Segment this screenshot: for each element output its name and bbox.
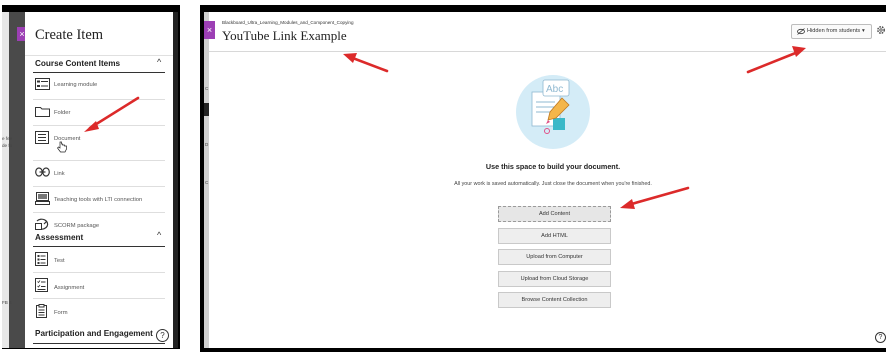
help-icon[interactable]: ?	[875, 332, 886, 343]
list-item-lti-tools[interactable]: Teaching tools with LTI connection	[25, 187, 173, 212]
link-icon	[35, 167, 50, 177]
section-heading-assessment[interactable]: Assessment	[35, 233, 83, 242]
background-text-fragment: C	[205, 180, 209, 185]
annotation-arrow	[343, 53, 389, 73]
background-text-fragment: e fee	[2, 136, 13, 141]
section-heading-participation[interactable]: Participation and Engagement	[35, 329, 153, 338]
background-avatar	[204, 103, 209, 116]
add-content-button[interactable]: Add Content	[498, 206, 611, 222]
assignment-icon	[35, 278, 48, 292]
background-text-fragment: D	[205, 142, 209, 147]
item-label: Form	[54, 310, 68, 316]
visibility-dropdown[interactable]: Hidden from students ▾	[791, 24, 872, 39]
eye-slash-icon	[797, 28, 805, 35]
item-label: Test	[54, 258, 65, 264]
browse-content-collection-button[interactable]: Browse Content Collection	[498, 292, 611, 308]
item-label: Teaching tools with LTI connection	[54, 197, 143, 203]
annotation-arrow	[620, 186, 690, 209]
form-icon	[36, 304, 47, 318]
empty-state-heading: Use this space to build your document.	[485, 162, 621, 171]
upload-from-computer-button[interactable]: Upload from Computer	[498, 249, 611, 265]
annotation-arrow	[746, 46, 806, 74]
document-edit-illustration: Abc	[516, 75, 590, 149]
list-item-test[interactable]: Test	[25, 247, 173, 272]
breadcrumb[interactable]: Blackboard_Ultra_Learning_Modules_and_Co…	[222, 20, 354, 25]
folder-icon	[35, 107, 50, 117]
background-page-strip	[2, 12, 9, 348]
learning-module-icon	[35, 78, 50, 90]
visibility-label: Hidden from students	[807, 28, 861, 34]
hand-cursor-icon	[57, 141, 67, 153]
annotation-arrow	[84, 96, 140, 132]
upload-from-cloud-storage-button[interactable]: Upload from Cloud Storage	[498, 271, 611, 287]
background-text-fragment: C	[205, 86, 209, 91]
add-html-button[interactable]: Add HTML	[498, 228, 611, 244]
background-overlay	[9, 12, 25, 348]
divider	[25, 55, 173, 56]
section-divider	[33, 343, 165, 344]
chevron-down-icon: ▾	[862, 28, 865, 34]
help-icon[interactable]: ?	[156, 329, 169, 342]
scrollbar[interactable]	[173, 12, 178, 348]
page-title[interactable]: YouTube Link Example	[222, 28, 347, 44]
item-label: Assignment	[54, 285, 85, 291]
list-item-link[interactable]: Link	[25, 161, 173, 185]
scorm-package-icon	[35, 218, 49, 230]
create-item-panel: Create Item Course Content Items ^ Learn…	[25, 12, 173, 348]
gear-icon[interactable]	[876, 25, 886, 35]
document-icon	[35, 131, 49, 144]
list-item-form[interactable]: Form	[25, 299, 173, 323]
item-label: Link	[54, 171, 65, 177]
close-document-button[interactable]: ×	[204, 21, 215, 39]
illustration-text: Abc	[546, 84, 563, 95]
background-text-fragment: de fo	[2, 143, 13, 148]
chevron-up-icon[interactable]: ^	[157, 230, 161, 240]
test-icon	[35, 252, 48, 266]
item-label: Folder	[54, 110, 71, 116]
item-label: Learning module	[54, 82, 98, 88]
lti-tools-icon	[35, 192, 50, 205]
list-item-assignment[interactable]: Assignment	[25, 273, 173, 298]
item-label: SCORM package	[54, 223, 100, 229]
section-heading-course-content[interactable]: Course Content Items	[35, 59, 120, 68]
background-text-fragment: FB 4	[2, 300, 12, 305]
panel-title: Create Item	[35, 27, 104, 43]
chevron-up-icon[interactable]: ^	[157, 57, 161, 67]
